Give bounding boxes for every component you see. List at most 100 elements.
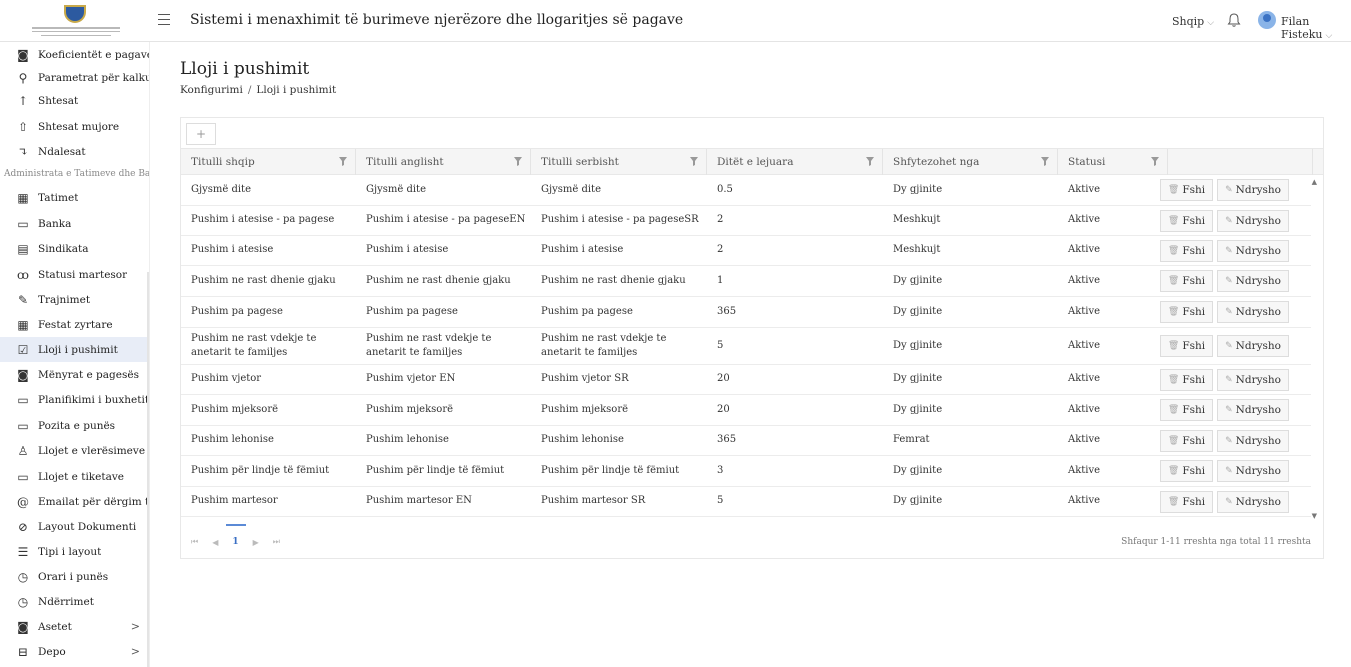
column-header-shfytezohet-nga[interactable]: Shfytezohet nga bbox=[883, 149, 1058, 175]
sidebar-scrollbar[interactable] bbox=[147, 272, 149, 667]
add-button[interactable]: + bbox=[186, 123, 216, 145]
delete-button[interactable]: 🗑 Fshi bbox=[1159, 301, 1214, 323]
column-header-titulli-serbisht[interactable]: Titulli serbisht bbox=[531, 149, 707, 175]
pencil-icon: ✎ bbox=[1225, 215, 1233, 226]
delete-button[interactable]: 🗑 Fshi bbox=[1159, 368, 1214, 391]
table-cell: Aktive bbox=[1068, 403, 1101, 415]
first-page-icon[interactable]: ⏮ bbox=[191, 537, 198, 547]
last-page-icon[interactable]: ⏭ bbox=[273, 537, 280, 547]
edit-button[interactable]: ✎ Ndrysho bbox=[1217, 239, 1289, 262]
sidebar-item-parametrat[interactable]: ⚲ Parametrat për kalkulim bbox=[0, 65, 149, 90]
delete-button[interactable]: 🗑 Fshi bbox=[1159, 239, 1214, 262]
column-header-statusi[interactable]: Statusi bbox=[1058, 149, 1168, 175]
edit-button[interactable]: ✎ Ndrysho bbox=[1217, 270, 1289, 292]
sidebar-item-tipi-i-layout[interactable]: ☰ Tipi i layout bbox=[0, 539, 149, 564]
sidebar-item-ndalesat[interactable]: ↴ Ndalesat bbox=[0, 139, 149, 164]
breadcrumb-item-konfigurimi[interactable]: Konfigurimi bbox=[180, 84, 243, 96]
sidebar-item-orari-i-punes[interactable]: ◷ Orari i punës bbox=[0, 564, 149, 589]
avatar[interactable] bbox=[1258, 11, 1276, 29]
table-cell: Aktive bbox=[1068, 373, 1101, 385]
edit-button[interactable]: ✎ Ndrysho bbox=[1217, 368, 1289, 391]
delete-button-label: Fshi bbox=[1182, 306, 1206, 318]
sidebar-item-festat-zyrtare[interactable]: ▦ Festat zyrtare bbox=[0, 312, 149, 337]
app-title: Sistemi i menaxhimit të burimeve njerëzo… bbox=[190, 12, 684, 28]
table-cell: Pushim ne rast dhenie gjaku bbox=[366, 274, 511, 286]
edit-button[interactable]: ✎ Ndrysho bbox=[1217, 399, 1289, 421]
delete-button[interactable]: 🗑 Fshi bbox=[1159, 399, 1214, 421]
delete-button[interactable]: 🗑 Fshi bbox=[1159, 209, 1214, 232]
filter-icon[interactable] bbox=[690, 157, 698, 166]
table-cell: 20 bbox=[717, 373, 730, 385]
bell-icon[interactable] bbox=[1227, 12, 1241, 28]
edit-button[interactable]: ✎ Ndrysho bbox=[1217, 179, 1289, 201]
delete-button[interactable]: 🗑 Fshi bbox=[1159, 335, 1214, 357]
filter-icon[interactable] bbox=[514, 157, 522, 166]
delete-button[interactable]: 🗑 Fshi bbox=[1159, 490, 1214, 513]
sidebar-item-emailat[interactable]: @ Emailat për dërgim të raporteve bbox=[0, 489, 149, 514]
sidebar-item-llojet-e-tiketave[interactable]: ▭ Llojet e tiketave bbox=[0, 464, 149, 489]
edit-button[interactable]: ✎ Ndrysho bbox=[1217, 209, 1289, 232]
column-header-ditet-e-lejuara[interactable]: Ditët e lejuara bbox=[707, 149, 883, 175]
column-header-label: Titulli anglisht bbox=[366, 156, 444, 168]
sidebar-item-menyrat-e-pageses[interactable]: ◙ Mënyrat e pagesës bbox=[0, 362, 149, 387]
sidebar-item-tatimet[interactable]: ▦ Tatimet bbox=[0, 185, 149, 210]
table-cell: 365 bbox=[717, 434, 737, 446]
menu-toggle-icon[interactable] bbox=[158, 14, 170, 26]
sidebar-item-label: Lloji i pushimit bbox=[38, 343, 118, 356]
edit-button-label: Ndrysho bbox=[1235, 306, 1281, 318]
column-header-titulli-anglisht[interactable]: Titulli anglisht bbox=[356, 149, 531, 175]
edit-button-label: Ndrysho bbox=[1235, 434, 1281, 447]
scroll-up-icon[interactable]: ▲ bbox=[1312, 178, 1317, 186]
delete-button-label: Fshi bbox=[1182, 404, 1206, 416]
table-cell: Pushim pa pagese bbox=[366, 305, 458, 317]
trash-icon: 🗑 bbox=[1167, 276, 1180, 286]
sidebar-item-asetet[interactable]: ◙ Asetet > bbox=[0, 614, 149, 639]
filter-icon[interactable] bbox=[866, 157, 874, 166]
trash-icon: 🗑 bbox=[1167, 341, 1180, 351]
sidebar-item-nderrimet[interactable]: ◷ Ndërrimet bbox=[0, 589, 149, 614]
delete-button[interactable]: 🗑 Fshi bbox=[1159, 179, 1214, 201]
delete-button[interactable]: 🗑 Fshi bbox=[1159, 270, 1214, 292]
delete-button[interactable]: 🗑 Fshi bbox=[1159, 460, 1214, 482]
sidebar-item-layout-dokumenti[interactable]: ⊘ Layout Dokumenti bbox=[0, 514, 149, 539]
prev-page-icon[interactable]: ◀ bbox=[212, 538, 218, 547]
edit-button[interactable]: ✎ Ndrysho bbox=[1217, 301, 1289, 323]
column-header-titulli-shqip[interactable]: Titulli shqip bbox=[181, 149, 356, 175]
sidebar-item-llojet-e-vleresimeve[interactable]: ♙ Llojet e vlerësimeve bbox=[0, 438, 149, 463]
edit-button[interactable]: ✎ Ndrysho bbox=[1217, 490, 1289, 513]
sidebar-item-koeficientet[interactable]: ◙ Koeficientët e pagave bbox=[0, 42, 150, 67]
sidebar-item-label: Koeficientët e pagave bbox=[38, 48, 150, 61]
sidebar-item-trajnimet[interactable]: ✎ Trajnimet bbox=[0, 287, 149, 312]
sidebar-item-planifikimi-i-buxhetit[interactable]: ▭ Planifikimi i buxhetit bbox=[0, 387, 149, 412]
delete-button[interactable]: 🗑 Fshi bbox=[1159, 429, 1214, 452]
sidebar-item-label: Depo bbox=[38, 645, 66, 658]
logo-text-line bbox=[32, 26, 120, 29]
edit-button[interactable]: ✎ Ndrysho bbox=[1217, 335, 1289, 357]
table-cell: 5 bbox=[717, 339, 724, 351]
edit-button-label: Ndrysho bbox=[1235, 244, 1281, 257]
sidebar-item-banka[interactable]: ▭ Banka bbox=[0, 211, 149, 236]
page-title: Lloji i pushimit bbox=[180, 59, 310, 79]
language-selector[interactable]: Shqip ⌵ bbox=[1172, 15, 1214, 28]
sidebar-item-sindikata[interactable]: ▤ Sindikata bbox=[0, 236, 149, 261]
filter-icon[interactable] bbox=[339, 157, 347, 166]
edit-button[interactable]: ✎ Ndrysho bbox=[1217, 460, 1289, 482]
chevron-down-icon: ⌵ bbox=[1207, 18, 1215, 28]
table-row: Pushim ne rast dhenie gjaku Pushim ne ras… bbox=[181, 266, 1311, 297]
sidebar-item-statusi-martesor[interactable]: ꝏ Statusi martesor bbox=[0, 262, 149, 287]
sidebar-item-lloji-i-pushimit[interactable]: ☑ Lloji i pushimit bbox=[0, 337, 149, 362]
sidebar-item-shtesat[interactable]: ↑ Shtesat bbox=[0, 88, 149, 113]
scroll-down-icon[interactable]: ▼ bbox=[1312, 512, 1317, 520]
filter-icon[interactable] bbox=[1151, 157, 1159, 166]
user-menu[interactable]: Filan Fisteku ⌵ bbox=[1281, 15, 1351, 41]
edit-button[interactable]: ✎ Ndrysho bbox=[1217, 429, 1289, 452]
check-square-icon: ☑ bbox=[17, 342, 29, 357]
next-page-icon[interactable]: ▶ bbox=[253, 538, 259, 547]
filter-icon[interactable] bbox=[1041, 157, 1049, 166]
sidebar-item-pozita-e-punes[interactable]: ▭ Pozita e punës bbox=[0, 413, 149, 438]
app-logo[interactable] bbox=[0, 0, 150, 42]
sidebar-item-shtesat-mujore[interactable]: ⇧ Shtesat mujore bbox=[0, 114, 149, 139]
sidebar-item-depo[interactable]: ⊟ Depo > bbox=[0, 639, 149, 664]
page-number-current[interactable]: 1 bbox=[226, 524, 247, 547]
table-row: Pushim i atesise - pa pagese Pushim i ate… bbox=[181, 206, 1311, 236]
